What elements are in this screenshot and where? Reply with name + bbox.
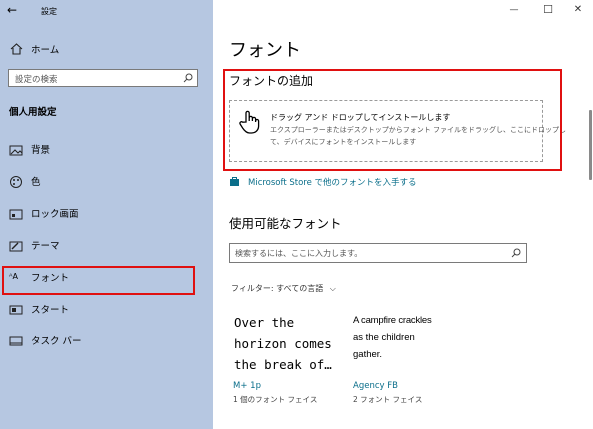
font-sample-line: horizon comes bbox=[234, 336, 332, 351]
page-title: フォント bbox=[229, 40, 301, 61]
store-link[interactable]: Microsoft Store で他のフォントを入手する bbox=[229, 175, 419, 189]
palette-icon bbox=[10, 176, 22, 188]
sidebar-item-label: テーマ bbox=[31, 241, 60, 252]
search-icon bbox=[511, 248, 521, 258]
available-fonts-heading: 使用可能なフォント bbox=[229, 216, 342, 231]
maximize-button[interactable]: ☐ bbox=[536, 0, 560, 20]
picture-icon bbox=[9, 145, 23, 156]
font-name: Agency FB bbox=[353, 381, 398, 391]
theme-icon bbox=[9, 241, 23, 252]
minimize-button[interactable]: — bbox=[502, 0, 526, 20]
sidebar-item-label: スタート bbox=[31, 305, 70, 316]
back-arrow-icon: ← bbox=[7, 3, 18, 17]
font-face-count: 1 個のフォント フェイス bbox=[233, 395, 318, 404]
font-face-count: 2 フォント フェイス bbox=[353, 395, 423, 404]
sidebar-item-color[interactable]: 色 bbox=[0, 167, 213, 197]
font-sample-line: as the children bbox=[353, 332, 415, 343]
sidebar-item-theme[interactable]: テーマ bbox=[0, 231, 213, 261]
lock-screen-icon bbox=[9, 209, 23, 220]
sidebar-item-label: 色 bbox=[31, 177, 41, 188]
font-card-mplus[interactable]: Over the horizon comes the break of… M+ … bbox=[229, 312, 339, 408]
font-sample-line: Over the bbox=[234, 315, 295, 330]
chevron-down-icon: ⌵ bbox=[329, 284, 336, 293]
sidebar-item-lock-screen[interactable]: ロック画面 bbox=[0, 199, 213, 229]
sidebar-item-home[interactable]: ホーム bbox=[0, 38, 213, 60]
back-button[interactable]: ← bbox=[7, 3, 23, 19]
font-name: M+ 1p bbox=[233, 381, 261, 391]
settings-search-input: 設定の検索 bbox=[15, 75, 58, 85]
settings-search-box[interactable]: 設定の検索 bbox=[8, 69, 198, 87]
search-icon bbox=[183, 73, 193, 83]
store-bag-icon bbox=[230, 177, 239, 186]
font-search-input: 検索するには、ここに入力します。 bbox=[235, 249, 363, 258]
font-sample-line: gather. bbox=[353, 349, 383, 360]
font-sample-line: the break of… bbox=[234, 357, 332, 372]
sidebar-item-label: 背景 bbox=[31, 145, 51, 156]
sidebar-item-start[interactable]: スタート bbox=[0, 295, 213, 325]
sidebar-item-background[interactable]: 背景 bbox=[0, 135, 213, 165]
window-title: 設定 bbox=[41, 7, 57, 16]
filter-label: フィルター: bbox=[231, 284, 277, 293]
taskbar-icon bbox=[9, 336, 23, 346]
store-link-label: Microsoft Store で他のフォントを入手する bbox=[248, 178, 417, 188]
highlight-box-add-fonts bbox=[223, 69, 562, 171]
sidebar-item-label: ロック画面 bbox=[31, 209, 79, 220]
sidebar-item-label: タスク バー bbox=[31, 336, 82, 347]
start-icon bbox=[9, 305, 23, 315]
highlight-box-fonts bbox=[2, 266, 195, 295]
sidebar: ← 設定 ホーム 設定の検索 個人用設定 背景 色 ロック画面 テーマ ᴬA フ… bbox=[0, 0, 213, 429]
home-icon bbox=[10, 43, 23, 55]
font-card-agency[interactable]: A campfire crackles as the children gath… bbox=[349, 312, 459, 408]
close-button[interactable]: ✕ bbox=[566, 0, 590, 20]
sidebar-home-label: ホーム bbox=[31, 45, 60, 56]
sidebar-section-title: 個人用設定 bbox=[9, 107, 57, 118]
filter-value: すべての言語 bbox=[276, 284, 324, 293]
font-sample-line: A campfire crackles bbox=[353, 315, 432, 326]
scrollbar[interactable] bbox=[589, 110, 592, 180]
sidebar-item-taskbar[interactable]: タスク バー bbox=[0, 326, 213, 356]
font-search-box[interactable]: 検索するには、ここに入力します。 bbox=[229, 243, 527, 263]
language-filter[interactable]: フィルター: すべての言語 ⌵ bbox=[231, 283, 336, 294]
